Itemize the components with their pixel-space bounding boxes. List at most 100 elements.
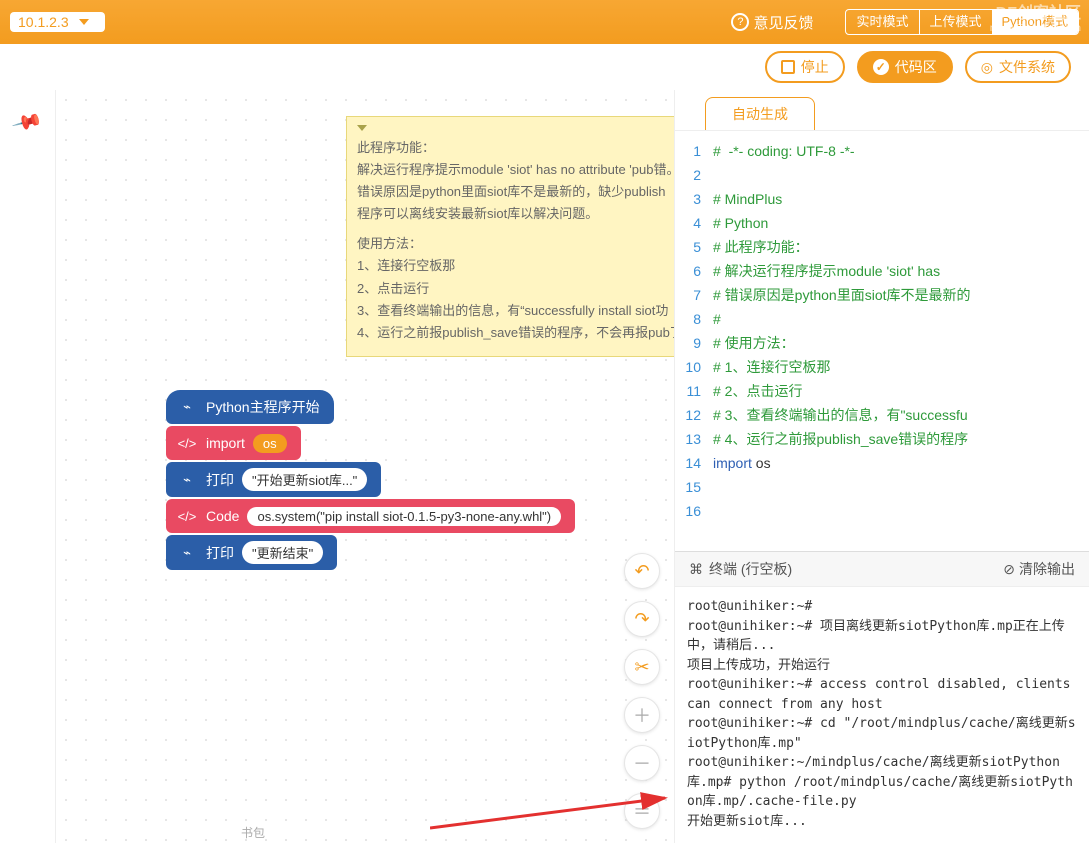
code-text: # MindPlus: [713, 187, 782, 211]
right-panel: 自动生成 1# -*- coding: UTF-8 -*-23# MindPlu…: [674, 90, 1089, 843]
line-number: 5: [675, 235, 713, 259]
feedback-label: 意见反馈: [753, 12, 813, 33]
brand-mark: DF创客社区 mc.DFRobot.com.cn: [990, 4, 1081, 35]
stop-label: 停止: [801, 57, 829, 77]
broom-icon: ⊘: [1003, 561, 1015, 578]
note-line: 3、查看终端输出的信息，有“successfully install siot功: [357, 300, 674, 322]
block-keyword: 打印: [206, 543, 234, 563]
line-number: 8: [675, 307, 713, 331]
block-print[interactable]: ⌁ 打印 "开始更新siot库...": [166, 462, 381, 497]
block-code[interactable]: </> Code os.system("pip install siot-0.1…: [166, 499, 575, 533]
block-workspace[interactable]: 此程序功能： 解决运行程序提示module 'siot' has no attr…: [56, 90, 674, 843]
code-tabs: 自动生成: [675, 90, 1089, 130]
spacer: [357, 225, 674, 233]
comment-note[interactable]: 此程序功能： 解决运行程序提示module 'siot' has no attr…: [346, 116, 674, 357]
code-editor[interactable]: 1# -*- coding: UTF-8 -*-23# MindPlus4# P…: [675, 130, 1089, 551]
terminal-header: ⌘ 终端 (行空板) ⊘ 清除输出: [675, 551, 1089, 587]
redo-button[interactable]: ↷: [624, 601, 660, 637]
code-line: 14import os: [675, 451, 1089, 475]
zoom-in-button[interactable]: ＋: [624, 697, 660, 733]
code-line: 12# 3、查看终端输出的信息，有"successfu: [675, 403, 1089, 427]
code-line: 6# 解决运行程序提示module 'siot' has: [675, 259, 1089, 283]
main: 📌 此程序功能： 解决运行程序提示module 'siot' has no at…: [0, 90, 1089, 843]
note-line: 程序可以离线安装最新siot库以解决问题。: [357, 203, 674, 225]
code-text: # 使用方法：: [713, 331, 795, 355]
check-icon: ✓: [873, 59, 889, 75]
note-use-title: 使用方法：: [357, 233, 674, 255]
line-number: 2: [675, 163, 713, 187]
terminal-title: 终端 (行空板): [709, 559, 792, 579]
code-text: # 解决运行程序提示module 'siot' has: [713, 259, 944, 283]
crop-button[interactable]: ✂: [624, 649, 660, 685]
code-line: 7# 错误原因是python里面siot库不是最新的: [675, 283, 1089, 307]
code-line: 5# 此程序功能：: [675, 235, 1089, 259]
stop-button[interactable]: 停止: [765, 51, 845, 83]
note-title: 此程序功能：: [357, 137, 674, 159]
mode-upload[interactable]: 上传模式: [920, 10, 992, 34]
code-text: # 错误原因是python里面siot库不是最新的: [713, 283, 971, 307]
tab-auto-generate[interactable]: 自动生成: [705, 97, 815, 130]
line-number: 16: [675, 499, 713, 523]
note-collapse-icon[interactable]: [357, 125, 367, 131]
code-line: 9# 使用方法：: [675, 331, 1089, 355]
terminal-output[interactable]: root@unihiker:~# root@unihiker:~# 项目离线更新…: [675, 587, 1089, 843]
pin-icon[interactable]: 📌: [10, 105, 44, 139]
feedback-link[interactable]: ? 意见反馈: [731, 12, 813, 33]
block-arg[interactable]: "更新结束": [242, 541, 323, 564]
app-header: 10.1.2.3 ? 意见反馈 实时模式 上传模式 Python模式 DF创客社…: [0, 0, 1089, 44]
line-number: 11: [675, 379, 713, 403]
code-text: # 此程序功能：: [713, 235, 809, 259]
zoom-fit-button[interactable]: ＝: [624, 793, 660, 829]
code-line: 3# MindPlus: [675, 187, 1089, 211]
code-text: #: [713, 307, 721, 331]
python-icon: ⌁: [176, 542, 198, 564]
backpack-label[interactable]: 书包: [241, 824, 265, 841]
code-icon: </>: [176, 505, 198, 527]
block-print[interactable]: ⌁ 打印 "更新结束": [166, 535, 337, 570]
code-line: 16: [675, 499, 1089, 523]
block-keyword: Code: [206, 508, 239, 524]
block-label: Python主程序开始: [206, 397, 320, 417]
code-line: 11# 2、点击运行: [675, 379, 1089, 403]
code-icon: </>: [176, 432, 198, 454]
block-arg[interactable]: os.system("pip install siot-0.1.5-py3-no…: [247, 507, 561, 526]
line-number: 1: [675, 139, 713, 163]
code-text: # Python: [713, 211, 768, 235]
line-number: 13: [675, 427, 713, 451]
code-line: 10# 1、连接行空板那: [675, 355, 1089, 379]
brand-name: DF创客社区: [990, 4, 1081, 23]
code-text: # 4、运行之前报publish_save错误的程序: [713, 427, 968, 451]
note-line: 4、运行之前报publish_save错误的程序，不会再报pub了。: [357, 322, 674, 344]
clear-output-button[interactable]: ⊘ 清除输出: [1003, 559, 1075, 579]
code-line: 1# -*- coding: UTF-8 -*-: [675, 139, 1089, 163]
line-number: 15: [675, 475, 713, 499]
filesystem-button[interactable]: 文件系统: [965, 51, 1071, 83]
code-text: import os: [713, 451, 771, 475]
filesystem-label: 文件系统: [999, 57, 1055, 77]
question-icon: ?: [731, 13, 749, 31]
clear-label: 清除输出: [1019, 559, 1075, 579]
workspace-controls: ↶ ↷ ✂ ＋ － ＝: [624, 553, 660, 829]
block-main-start[interactable]: ⌁ Python主程序开始: [166, 390, 334, 424]
toolbar: 停止 ✓ 代码区 文件系统: [0, 44, 1089, 90]
code-area-button[interactable]: ✓ 代码区: [857, 51, 953, 83]
block-arg[interactable]: os: [253, 434, 287, 453]
code-text: # 3、查看终端输出的信息，有"successfu: [713, 403, 968, 427]
code-line: 8#: [675, 307, 1089, 331]
block-import[interactable]: </> import os: [166, 426, 301, 460]
block-arg[interactable]: "开始更新siot库...": [242, 468, 367, 491]
line-number: 3: [675, 187, 713, 211]
block-stack: ⌁ Python主程序开始 </> import os ⌁ 打印 "开始更新si…: [166, 390, 575, 572]
zoom-out-button[interactable]: －: [624, 745, 660, 781]
code-text: # -*- coding: UTF-8 -*-: [713, 139, 855, 163]
version-selector[interactable]: 10.1.2.3: [10, 12, 105, 32]
terminal-icon: ⌘: [689, 561, 703, 578]
note-line: 2、点击运行: [357, 278, 674, 300]
note-line: 错误原因是python里面siot库不是最新的，缺少publish: [357, 181, 674, 203]
mode-realtime[interactable]: 实时模式: [846, 10, 918, 34]
line-number: 7: [675, 283, 713, 307]
undo-button[interactable]: ↶: [624, 553, 660, 589]
note-line: 解决运行程序提示module 'siot' has no attribute '…: [357, 159, 674, 181]
stop-icon: [781, 60, 795, 74]
code-text: # 1、连接行空板那: [713, 355, 830, 379]
